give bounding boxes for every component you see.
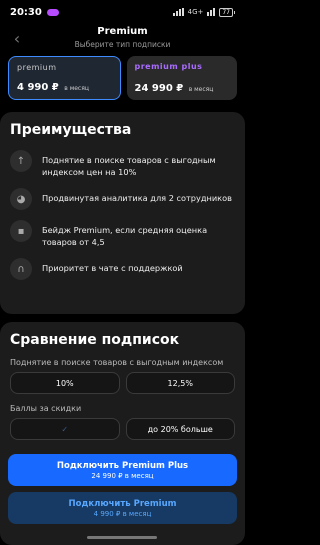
button-price: 24 990 ₽ в месяц	[91, 471, 154, 480]
plan-selector: premium 4 990 ₽ в месяц premium plus 24 …	[8, 56, 237, 100]
network-type: 4G+	[187, 8, 204, 16]
headset-icon: ∩	[10, 258, 32, 280]
plan-price: 24 990 ₽ в месяц	[134, 83, 214, 94]
benefit-text: Продвинутая аналитика для 2 сотрудников	[42, 193, 232, 203]
button-title: Подключить Premium Plus	[56, 460, 189, 471]
battery-icon: 77	[219, 7, 235, 17]
subscribe-premium-button[interactable]: Подключить Premium 4 990 ₽ в месяц	[8, 492, 237, 524]
plus-value: 12,5%	[125, 372, 235, 394]
comparison-row-label: Поднятие в поиске товаров с выгодным инд…	[10, 358, 224, 367]
status-bar: 20:30 4G+ 77	[0, 0, 245, 24]
benefit-item: ∩ Приоритет в чате с поддержкой	[10, 258, 235, 280]
comparison-row-label: Баллы за скидки	[10, 404, 82, 413]
page-subtitle: Выберите тип подписки	[74, 40, 171, 49]
comparison-row: ✓ до 20% больше	[10, 418, 235, 440]
button-title: Подключить Premium	[68, 498, 177, 509]
premium-value: ✓	[10, 418, 120, 440]
plan-premium-plus[interactable]: premium plus 24 990 ₽ в месяц	[126, 56, 237, 100]
benefit-item: ◕ Продвинутая аналитика для 2 сотруднико…	[10, 188, 235, 210]
arrow-up-icon: ↑	[10, 150, 32, 172]
page-title: Premium	[97, 26, 148, 37]
comparison-row: 10% 12,5%	[10, 372, 235, 394]
benefits-card: Преимущества ↑ Поднятие в поиске товаров…	[0, 112, 245, 314]
plan-price: 4 990 ₽ в месяц	[17, 82, 89, 93]
app-indicator-icon	[46, 8, 59, 16]
wifi-icon	[207, 8, 216, 16]
plan-premium[interactable]: premium 4 990 ₽ в месяц	[8, 56, 121, 100]
pie-chart-icon: ◕	[10, 188, 32, 210]
battery-level: 77	[219, 7, 233, 17]
chevron-left-icon[interactable]: ‹	[10, 31, 24, 47]
check-icon: ✓	[61, 424, 69, 434]
status-time: 20:30	[10, 6, 42, 18]
button-price: 4 990 ₽ в месяц	[93, 509, 152, 518]
benefit-text: Поднятие в поиске товаров с выгодным инд…	[42, 155, 216, 177]
subscribe-premium-plus-button[interactable]: Подключить Premium Plus 24 990 ₽ в месяц	[8, 454, 237, 486]
header: ‹ Premium Выберите тип подписки	[0, 26, 245, 56]
benefits-title: Преимущества	[10, 122, 132, 138]
benefit-text: Приоритет в чате с поддержкой	[42, 263, 183, 273]
comparison-title: Сравнение подписок	[10, 332, 180, 348]
chat-icon: ▪	[10, 220, 32, 242]
premium-value: 10%	[10, 372, 120, 394]
benefit-item: ↑ Поднятие в поиске товаров с выгодным и…	[10, 150, 235, 178]
benefit-item: ▪ Бейдж Premium, если средняя оценка тов…	[10, 220, 235, 248]
home-indicator[interactable]	[87, 536, 157, 539]
premium-plus-logo: premium plus	[134, 62, 203, 71]
benefit-text: Бейдж Premium, если средняя оценка товар…	[42, 225, 208, 247]
signal-icon	[172, 8, 184, 16]
premium-logo: premium	[17, 63, 57, 72]
plus-value: до 20% больше	[125, 418, 235, 440]
